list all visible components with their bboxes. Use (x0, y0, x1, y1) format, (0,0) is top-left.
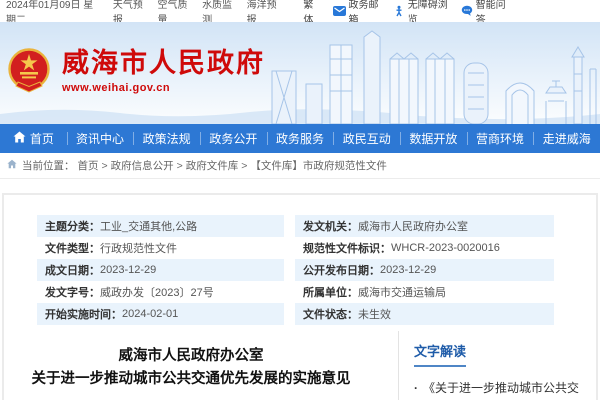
accessibility-icon (393, 5, 405, 17)
meta-label: 公开发布日期： (303, 262, 380, 278)
breadcrumb-item-home[interactable]: 首页 (78, 158, 99, 173)
meta-value: 威海市交通运输局 (358, 284, 446, 300)
breadcrumb-item-gov-info[interactable]: 政府信息公开 (111, 158, 174, 173)
document-body-area: 威海市人民政府办公室 关于进一步推动城市公共交通优先发展的实施意见 (4, 331, 398, 400)
tab-text-interpretation[interactable]: 文字解读 (414, 341, 466, 367)
breadcrumb-prefix: 当前位置： (22, 158, 75, 173)
interpretation-sidebar: 文字解读 《关于进一步推动城市公共交通优先发展的实施意见》政策解读 (399, 331, 596, 400)
meta-row: 文件类型：行政规范性文件 规范性文件标识：WHCR-2023-0020016 (37, 237, 554, 259)
main-nav: 首页 资讯中心 政策法规 政务公开 政务服务 政民互动 数据开放 营商环境 走进… (0, 124, 600, 153)
nav-item-about-weihai[interactable]: 走进威海 (533, 124, 600, 153)
nav-item-policies[interactable]: 政策法规 (133, 124, 200, 153)
breadcrumb-home-icon (7, 159, 19, 172)
meta-row: 发文字号：威政办发〔2023〕27号 所属单位：威海市交通运输局 (37, 281, 554, 303)
nav-label-home: 首页 (30, 130, 54, 147)
meta-cell-issuing-org: 发文机关：威海市人民政府办公室 (295, 215, 554, 237)
meta-label: 主题分类： (45, 218, 100, 234)
meta-label: 文件状态： (303, 306, 358, 322)
city-skyline-illustration (268, 29, 598, 124)
meta-value: 2024-02-01 (122, 308, 178, 320)
meta-value: 威海市人民政府办公室 (358, 218, 468, 234)
meta-label: 开始实施时间： (45, 306, 122, 322)
chat-icon (461, 5, 473, 17)
meta-value: 工业_交通其他,公路 (100, 218, 197, 234)
nav-label-interaction: 政民互动 (343, 130, 391, 147)
meta-cell-doc-type: 文件类型：行政规范性文件 (37, 237, 284, 259)
meta-cell-doc-status: 文件状态：未生效 (295, 303, 554, 325)
meta-label: 发文机关： (303, 218, 358, 234)
meta-label: 规范性文件标识： (303, 240, 391, 256)
site-title: 威海市人民政府 (62, 48, 265, 78)
breadcrumb-item-doc-library[interactable]: 政府文件库 (186, 158, 239, 173)
document-title-line2: 关于进一步推动城市公共交通优先发展的实施意见 (14, 368, 368, 391)
policy-interpretation-link[interactable]: 《关于进一步推动城市公共交通优先发展的实施意见》政策解读 (414, 379, 584, 400)
meta-row: 成文日期：2023-12-29 公开发布日期：2023-12-29 (37, 259, 554, 281)
nav-label-policies: 政策法规 (143, 130, 191, 147)
meta-cell-written-date: 成文日期：2023-12-29 (37, 259, 284, 281)
meta-label: 发文字号： (45, 284, 100, 300)
meta-value: 2023-12-29 (100, 264, 156, 276)
nav-item-data-open[interactable]: 数据开放 (400, 124, 467, 153)
nav-label-data-open: 数据开放 (409, 130, 457, 147)
breadcrumb-item-normative-docs[interactable]: 【文件库】市政府规范性文件 (250, 158, 387, 173)
meta-label: 所属单位： (303, 284, 358, 300)
meta-row: 开始实施时间：2024-02-01 文件状态：未生效 (37, 303, 554, 325)
nav-item-news-center[interactable]: 资讯中心 (67, 124, 134, 153)
document-panel: 主题分类：工业_交通其他,公路 发文机关：威海市人民政府办公室 文件类型：行政规… (2, 193, 598, 400)
site-identity[interactable]: 威海市人民政府 www.weihai.gov.cn (62, 48, 265, 94)
meta-cell-effective-date: 开始实施时间：2024-02-01 (37, 303, 284, 325)
top-utility-bar: 2024年01月09日 星期二 天气预报 空气质量 水质监测 海洋预报 繁体 政… (0, 0, 600, 22)
nav-item-home[interactable]: 首页 (0, 124, 67, 153)
meta-cell-publish-date: 公开发布日期：2023-12-29 (295, 259, 554, 281)
meta-row: 主题分类：工业_交通其他,公路 发文机关：威海市人民政府办公室 (37, 215, 554, 237)
nav-item-interaction[interactable]: 政民互动 (333, 124, 400, 153)
panel-lower-section: 威海市人民政府办公室 关于进一步推动城市公共交通优先发展的实施意见 文字解读 《… (4, 331, 596, 400)
mail-icon (333, 6, 346, 16)
meta-cell-topic: 主题分类：工业_交通其他,公路 (37, 215, 284, 237)
nav-label-about-weihai: 走进威海 (543, 130, 591, 147)
nav-label-gov-services: 政务服务 (276, 130, 324, 147)
document-title-line1: 威海市人民政府办公室 (14, 345, 368, 368)
breadcrumb-separator: > (102, 160, 108, 172)
meta-value: 威政办发〔2023〕27号 (100, 284, 214, 300)
nav-label-news-center: 资讯中心 (76, 130, 124, 147)
nav-item-gov-services[interactable]: 政务服务 (267, 124, 334, 153)
breadcrumb: 当前位置： 首页 > 政府信息公开 > 政府文件库 > 【文件库】市政府规范性文… (0, 153, 600, 179)
china-national-emblem (8, 48, 50, 101)
document-meta-table: 主题分类：工业_交通其他,公路 发文机关：威海市人民政府办公室 文件类型：行政规… (37, 215, 554, 325)
meta-cell-doc-id: 规范性文件标识：WHCR-2023-0020016 (295, 237, 554, 259)
home-icon (13, 131, 26, 146)
meta-label: 成文日期： (45, 262, 100, 278)
meta-value: 2023-12-29 (380, 264, 436, 276)
meta-value: WHCR-2023-0020016 (391, 242, 500, 254)
site-url: www.weihai.gov.cn (62, 82, 265, 94)
meta-cell-doc-number: 发文字号：威政办发〔2023〕27号 (37, 281, 284, 303)
breadcrumb-separator: > (241, 160, 247, 172)
nav-label-business-env: 营商环境 (476, 130, 524, 147)
meta-value: 行政规范性文件 (100, 240, 177, 256)
meta-label: 文件类型： (45, 240, 100, 256)
nav-item-business-env[interactable]: 营商环境 (467, 124, 534, 153)
nav-item-gov-open[interactable]: 政务公开 (200, 124, 267, 153)
nav-label-gov-open: 政务公开 (209, 130, 257, 147)
meta-cell-owning-unit: 所属单位：威海市交通运输局 (295, 281, 554, 303)
meta-value: 未生效 (358, 306, 391, 322)
breadcrumb-separator: > (177, 160, 183, 172)
site-banner: 威海市人民政府 www.weihai.gov.cn (0, 22, 600, 124)
